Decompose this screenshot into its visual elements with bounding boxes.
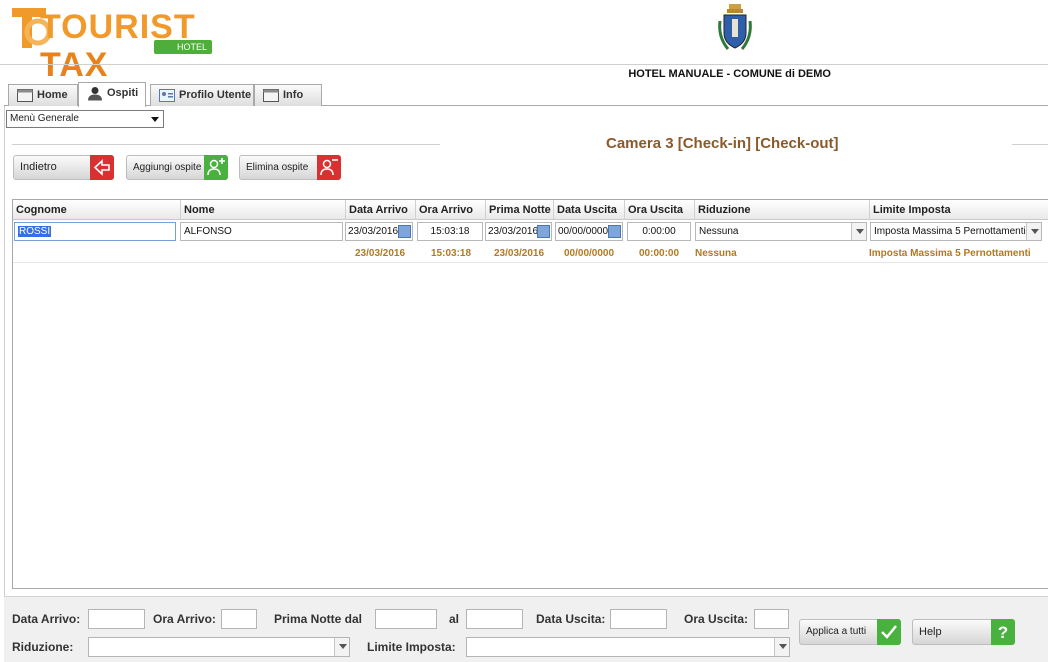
col-nome[interactable]: Nome [180, 200, 345, 220]
user-icon [88, 87, 102, 101]
ora-arrivo-input[interactable]: 15:03:18 [417, 222, 483, 241]
nome-input[interactable]: ALFONSO [180, 222, 343, 241]
delete-guest-button[interactable]: Elimina ospite [239, 155, 341, 180]
svg-text:?: ? [998, 623, 1008, 642]
remove-user-icon [317, 155, 341, 180]
col-data-arrivo[interactable]: Data Arrivo [345, 200, 415, 220]
prima-notte-value: 23/03/2016 [488, 226, 539, 237]
row-ora-uscita: 00:00:00 [639, 248, 680, 259]
footer-al-label: al [449, 612, 460, 626]
chevron-down-icon[interactable] [1026, 223, 1041, 240]
calendar-icon[interactable] [608, 225, 621, 238]
footer-prima-notte-label: Prima Notte dal [274, 612, 363, 626]
col-prima-notte[interactable]: Prima Notte [485, 200, 553, 220]
arrow-left-icon [90, 155, 114, 180]
id-card-icon [159, 89, 175, 102]
check-icon [877, 619, 901, 645]
col-riduzione[interactable]: Riduzione [694, 200, 869, 220]
limite-imposta-select[interactable]: Imposta Massima 5 Pernottamenti [870, 222, 1042, 241]
limite-imposta-value: Imposta Massima 5 Pernottamenti [874, 226, 1026, 237]
col-ora-uscita[interactable]: Ora Uscita [624, 200, 694, 220]
apply-all-label: Applica a tutti [806, 626, 867, 637]
footer-ora-arrivo-input[interactable] [221, 609, 257, 629]
tab-home-label: Home [37, 89, 68, 101]
footer-data-uscita-input[interactable] [610, 609, 667, 629]
tab-info-label: Info [283, 89, 304, 101]
cognome-value: ROSSI [18, 226, 52, 237]
tourist-tax-logo: TOURIST TAX HOTEL [10, 4, 220, 84]
row-prima-notte: 23/03/2016 [494, 248, 545, 259]
prima-notte-input[interactable]: 23/03/2016 [485, 222, 552, 241]
title-divider-left [12, 144, 440, 145]
tab-bar: Home Ospiti Profilo Utente Info [4, 82, 1048, 107]
menu-generale-select[interactable]: Menù Generale [6, 110, 164, 128]
row-ora-arrivo: 15:03:18 [431, 248, 472, 259]
footer-data-arrivo-input[interactable] [88, 609, 145, 629]
footer-ora-uscita-label: Ora Uscita: [684, 612, 749, 626]
tab-home[interactable]: Home [8, 84, 78, 106]
help-label: Help [919, 626, 942, 638]
apply-all-button[interactable]: Applica a tutti [799, 619, 901, 645]
cognome-input[interactable]: ROSSI [14, 222, 176, 241]
footer-data-arrivo-label: Data Arrivo: [12, 612, 81, 626]
footer-prima-notte-from-input[interactable] [375, 609, 437, 629]
calendar-icon[interactable] [398, 225, 411, 238]
footer-limite-label: Limite Imposta: [367, 640, 456, 654]
back-button[interactable]: Indietro [13, 155, 114, 180]
back-button-label: Indietro [20, 161, 57, 173]
row-data-uscita: 00/00/0000 [564, 248, 615, 259]
menu-select-value: Menù Generale [10, 113, 79, 124]
table-header: Cognome Nome Data Arrivo Ora Arrivo Prim… [13, 200, 1048, 220]
tab-profilo-label: Profilo Utente [179, 89, 252, 101]
add-user-icon [204, 155, 228, 180]
footer-data-uscita-label: Data Uscita: [536, 612, 606, 626]
tab-info[interactable]: Info [254, 84, 322, 106]
logo-tax-text: TAX [40, 46, 109, 84]
add-guest-button-label: Aggiungi ospite [133, 162, 202, 173]
footer-riduzione-label: Riduzione: [12, 640, 74, 654]
riduzione-value: Nessuna [699, 226, 739, 237]
question-mark-icon: ? [991, 619, 1015, 645]
chevron-down-icon[interactable] [774, 638, 789, 656]
municipal-crest-icon [718, 3, 752, 53]
add-guest-button[interactable]: Aggiungi ospite [126, 155, 228, 180]
tab-profilo-utente[interactable]: Profilo Utente [150, 84, 254, 106]
row-data-arrivo: 23/03/2016 [355, 248, 406, 259]
header-divider [0, 64, 1048, 65]
guest-table: Cognome Nome Data Arrivo Ora Arrivo Prim… [12, 199, 1048, 589]
chevron-down-icon[interactable] [851, 223, 866, 240]
info-icon [263, 89, 279, 102]
row-riduzione: Nessuna [695, 248, 737, 259]
hotel-name: HOTEL MANUALE - COMUNE di DEMO [628, 68, 831, 80]
row-limite-imposta: Imposta Massima 5 Pernottamenti [869, 248, 1031, 259]
help-button[interactable]: Help ? [912, 619, 1015, 645]
data-uscita-value: 00/00/0000 [558, 226, 609, 237]
col-data-uscita[interactable]: Data Uscita [553, 200, 624, 220]
title-divider-right [1012, 144, 1048, 145]
footer-limite-select[interactable] [466, 637, 790, 657]
col-cognome[interactable]: Cognome [13, 200, 180, 220]
col-ora-arrivo[interactable]: Ora Arrivo [415, 200, 485, 220]
logo-hotel-badge: HOTEL [154, 40, 212, 54]
tab-ospiti[interactable]: Ospiti [78, 82, 146, 107]
calendar-icon[interactable] [537, 225, 550, 238]
footer-prima-notte-to-input[interactable] [466, 609, 523, 629]
col-limite-imposta[interactable]: Limite Imposta [869, 200, 1048, 220]
ora-uscita-input[interactable]: 0:00:00 [627, 222, 691, 241]
delete-guest-button-label: Elimina ospite [246, 162, 309, 173]
chevron-down-icon [151, 117, 159, 122]
data-arrivo-input[interactable]: 23/03/2016 [345, 222, 413, 241]
home-icon [17, 89, 33, 102]
riduzione-select[interactable]: Nessuna [695, 222, 867, 241]
footer-ora-arrivo-label: Ora Arrivo: [153, 612, 216, 626]
data-arrivo-value: 23/03/2016 [348, 226, 399, 237]
footer-riduzione-select[interactable] [88, 637, 350, 657]
row-divider [13, 262, 1048, 263]
footer-ora-uscita-input[interactable] [754, 609, 789, 629]
data-uscita-input[interactable]: 00/00/0000 [555, 222, 623, 241]
page-title: Camera 3 [Check-in] [Check-out] [606, 135, 839, 152]
chevron-down-icon[interactable] [334, 638, 349, 656]
tab-ospiti-label: Ospiti [107, 87, 139, 99]
